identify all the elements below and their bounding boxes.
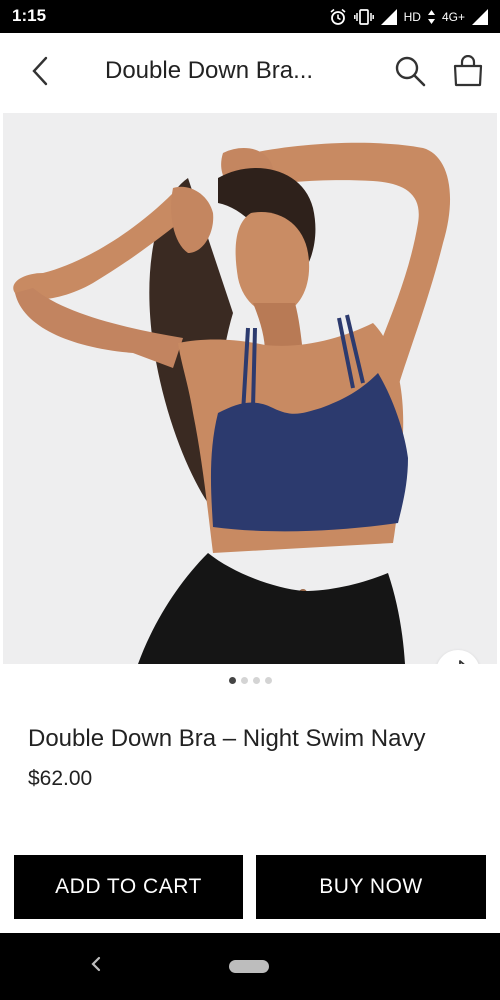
nav-back-icon [90, 955, 102, 977]
status-time: 1:15 [12, 6, 47, 25]
search-icon [394, 55, 426, 91]
page-title: Double Down Bra... [105, 57, 314, 84]
vibrate-icon [353, 9, 374, 25]
share-arrow-icon [446, 659, 470, 664]
signal-icon [380, 9, 397, 25]
image-pager [0, 677, 500, 684]
app-header: Double Down Bra... [0, 33, 500, 113]
product-image[interactable] [3, 113, 497, 664]
system-nav-bar [0, 933, 500, 1000]
product-photo [13, 142, 451, 664]
data-arrows-icon [427, 10, 435, 24]
pager-dot[interactable] [264, 677, 272, 684]
search-button[interactable] [390, 53, 430, 93]
shopping-bag-icon [453, 54, 483, 91]
nav-back-button[interactable] [86, 955, 106, 977]
back-button[interactable] [22, 51, 58, 95]
alarm-icon [329, 8, 347, 26]
product-name: Double Down Bra – Night Swim Navy [28, 725, 426, 752]
status-icons: HD 4G+ [329, 6, 488, 28]
pager-dot-active[interactable] [228, 677, 236, 684]
status-bar: 1:15 HD 4G+ [0, 0, 500, 33]
pager-dot[interactable] [240, 677, 248, 684]
cart-button[interactable] [448, 53, 488, 93]
nav-home-pill[interactable] [229, 960, 269, 973]
network-type: 4G+ [441, 10, 465, 24]
pager-dot[interactable] [252, 677, 260, 684]
buy-now-button[interactable]: BUY NOW [256, 855, 486, 919]
product-price: $62.00 [28, 767, 93, 790]
network-label: HD [403, 10, 421, 24]
signal-icon [472, 9, 488, 25]
add-to-cart-button[interactable]: ADD TO CART [14, 855, 243, 919]
chevron-left-icon [30, 56, 50, 90]
